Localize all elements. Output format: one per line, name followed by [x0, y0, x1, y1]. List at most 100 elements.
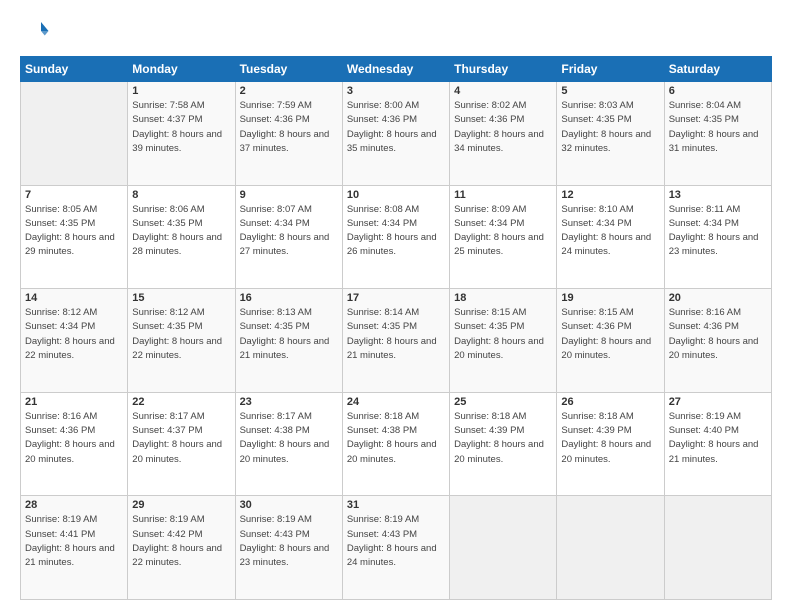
day-number: 27: [669, 396, 767, 408]
day-info: Sunrise: 8:09 AMSunset: 4:34 PMDaylight:…: [454, 204, 544, 258]
header: [20, 16, 772, 46]
day-number: 20: [669, 292, 767, 304]
day-info: Sunrise: 8:19 AMSunset: 4:43 PMDaylight:…: [240, 514, 330, 568]
day-info: Sunrise: 7:58 AMSunset: 4:37 PMDaylight:…: [132, 100, 222, 154]
day-info: Sunrise: 8:16 AMSunset: 4:36 PMDaylight:…: [25, 411, 115, 465]
day-number: 19: [561, 292, 659, 304]
calendar-cell: [450, 496, 557, 600]
day-info: Sunrise: 8:04 AMSunset: 4:35 PMDaylight:…: [669, 100, 759, 154]
day-info: Sunrise: 8:06 AMSunset: 4:35 PMDaylight:…: [132, 204, 222, 258]
day-info: Sunrise: 8:02 AMSunset: 4:36 PMDaylight:…: [454, 100, 544, 154]
calendar-cell: 7 Sunrise: 8:05 AMSunset: 4:35 PMDayligh…: [21, 185, 128, 289]
day-number: 24: [347, 396, 445, 408]
day-info: Sunrise: 8:15 AMSunset: 4:36 PMDaylight:…: [561, 307, 651, 361]
weekday-header: Saturday: [664, 57, 771, 82]
day-number: 7: [25, 189, 123, 201]
day-number: 14: [25, 292, 123, 304]
weekday-header: Sunday: [21, 57, 128, 82]
day-number: 6: [669, 85, 767, 97]
day-number: 18: [454, 292, 552, 304]
calendar-cell: [664, 496, 771, 600]
calendar-cell: 12 Sunrise: 8:10 AMSunset: 4:34 PMDaylig…: [557, 185, 664, 289]
day-info: Sunrise: 8:10 AMSunset: 4:34 PMDaylight:…: [561, 204, 651, 258]
day-info: Sunrise: 8:19 AMSunset: 4:41 PMDaylight:…: [25, 514, 115, 568]
day-info: Sunrise: 8:19 AMSunset: 4:40 PMDaylight:…: [669, 411, 759, 465]
day-info: Sunrise: 8:19 AMSunset: 4:42 PMDaylight:…: [132, 514, 222, 568]
calendar-cell: 4 Sunrise: 8:02 AMSunset: 4:36 PMDayligh…: [450, 82, 557, 186]
day-info: Sunrise: 8:11 AMSunset: 4:34 PMDaylight:…: [669, 204, 759, 258]
day-number: 26: [561, 396, 659, 408]
day-number: 13: [669, 189, 767, 201]
day-number: 21: [25, 396, 123, 408]
weekday-header: Monday: [128, 57, 235, 82]
calendar-cell: 20 Sunrise: 8:16 AMSunset: 4:36 PMDaylig…: [664, 289, 771, 393]
calendar-week-row: 7 Sunrise: 8:05 AMSunset: 4:35 PMDayligh…: [21, 185, 772, 289]
day-info: Sunrise: 8:17 AMSunset: 4:37 PMDaylight:…: [132, 411, 222, 465]
day-info: Sunrise: 8:12 AMSunset: 4:35 PMDaylight:…: [132, 307, 222, 361]
calendar-cell: 30 Sunrise: 8:19 AMSunset: 4:43 PMDaylig…: [235, 496, 342, 600]
day-info: Sunrise: 8:08 AMSunset: 4:34 PMDaylight:…: [347, 204, 437, 258]
weekday-row: SundayMondayTuesdayWednesdayThursdayFrid…: [21, 57, 772, 82]
calendar-cell: 21 Sunrise: 8:16 AMSunset: 4:36 PMDaylig…: [21, 392, 128, 496]
calendar-cell: 23 Sunrise: 8:17 AMSunset: 4:38 PMDaylig…: [235, 392, 342, 496]
day-info: Sunrise: 8:03 AMSunset: 4:35 PMDaylight:…: [561, 100, 651, 154]
calendar-cell: 24 Sunrise: 8:18 AMSunset: 4:38 PMDaylig…: [342, 392, 449, 496]
calendar-cell: 19 Sunrise: 8:15 AMSunset: 4:36 PMDaylig…: [557, 289, 664, 393]
day-info: Sunrise: 8:14 AMSunset: 4:35 PMDaylight:…: [347, 307, 437, 361]
calendar-cell: 6 Sunrise: 8:04 AMSunset: 4:35 PMDayligh…: [664, 82, 771, 186]
day-info: Sunrise: 8:16 AMSunset: 4:36 PMDaylight:…: [669, 307, 759, 361]
calendar-cell: 28 Sunrise: 8:19 AMSunset: 4:41 PMDaylig…: [21, 496, 128, 600]
day-number: 10: [347, 189, 445, 201]
calendar-cell: 14 Sunrise: 8:12 AMSunset: 4:34 PMDaylig…: [21, 289, 128, 393]
calendar-cell: 5 Sunrise: 8:03 AMSunset: 4:35 PMDayligh…: [557, 82, 664, 186]
weekday-header: Friday: [557, 57, 664, 82]
calendar-body: 1 Sunrise: 7:58 AMSunset: 4:37 PMDayligh…: [21, 82, 772, 600]
calendar-cell: 18 Sunrise: 8:15 AMSunset: 4:35 PMDaylig…: [450, 289, 557, 393]
calendar-cell: 17 Sunrise: 8:14 AMSunset: 4:35 PMDaylig…: [342, 289, 449, 393]
day-info: Sunrise: 7:59 AMSunset: 4:36 PMDaylight:…: [240, 100, 330, 154]
day-info: Sunrise: 8:18 AMSunset: 4:39 PMDaylight:…: [454, 411, 544, 465]
day-info: Sunrise: 8:19 AMSunset: 4:43 PMDaylight:…: [347, 514, 437, 568]
calendar-cell: 1 Sunrise: 7:58 AMSunset: 4:37 PMDayligh…: [128, 82, 235, 186]
logo-icon: [20, 16, 50, 46]
calendar-cell: 11 Sunrise: 8:09 AMSunset: 4:34 PMDaylig…: [450, 185, 557, 289]
calendar-cell: 29 Sunrise: 8:19 AMSunset: 4:42 PMDaylig…: [128, 496, 235, 600]
calendar-cell: 2 Sunrise: 7:59 AMSunset: 4:36 PMDayligh…: [235, 82, 342, 186]
calendar-cell: 26 Sunrise: 8:18 AMSunset: 4:39 PMDaylig…: [557, 392, 664, 496]
calendar-cell: 25 Sunrise: 8:18 AMSunset: 4:39 PMDaylig…: [450, 392, 557, 496]
weekday-header: Tuesday: [235, 57, 342, 82]
day-number: 4: [454, 85, 552, 97]
calendar-cell: 3 Sunrise: 8:00 AMSunset: 4:36 PMDayligh…: [342, 82, 449, 186]
calendar-cell: 22 Sunrise: 8:17 AMSunset: 4:37 PMDaylig…: [128, 392, 235, 496]
calendar-cell: 13 Sunrise: 8:11 AMSunset: 4:34 PMDaylig…: [664, 185, 771, 289]
calendar-table: SundayMondayTuesdayWednesdayThursdayFrid…: [20, 56, 772, 600]
calendar-cell: 27 Sunrise: 8:19 AMSunset: 4:40 PMDaylig…: [664, 392, 771, 496]
day-number: 25: [454, 396, 552, 408]
calendar-cell: 31 Sunrise: 8:19 AMSunset: 4:43 PMDaylig…: [342, 496, 449, 600]
logo: [20, 16, 54, 46]
day-info: Sunrise: 8:07 AMSunset: 4:34 PMDaylight:…: [240, 204, 330, 258]
calendar-header: SundayMondayTuesdayWednesdayThursdayFrid…: [21, 57, 772, 82]
day-number: 1: [132, 85, 230, 97]
calendar-cell: 15 Sunrise: 8:12 AMSunset: 4:35 PMDaylig…: [128, 289, 235, 393]
calendar-week-row: 14 Sunrise: 8:12 AMSunset: 4:34 PMDaylig…: [21, 289, 772, 393]
day-number: 22: [132, 396, 230, 408]
page: SundayMondayTuesdayWednesdayThursdayFrid…: [0, 0, 792, 612]
calendar-week-row: 28 Sunrise: 8:19 AMSunset: 4:41 PMDaylig…: [21, 496, 772, 600]
calendar-cell: [557, 496, 664, 600]
calendar-cell: 16 Sunrise: 8:13 AMSunset: 4:35 PMDaylig…: [235, 289, 342, 393]
day-number: 29: [132, 499, 230, 511]
day-number: 28: [25, 499, 123, 511]
day-number: 8: [132, 189, 230, 201]
day-number: 5: [561, 85, 659, 97]
day-number: 15: [132, 292, 230, 304]
day-number: 16: [240, 292, 338, 304]
weekday-header: Thursday: [450, 57, 557, 82]
calendar-week-row: 21 Sunrise: 8:16 AMSunset: 4:36 PMDaylig…: [21, 392, 772, 496]
calendar-cell: 10 Sunrise: 8:08 AMSunset: 4:34 PMDaylig…: [342, 185, 449, 289]
weekday-header: Wednesday: [342, 57, 449, 82]
day-number: 2: [240, 85, 338, 97]
day-info: Sunrise: 8:12 AMSunset: 4:34 PMDaylight:…: [25, 307, 115, 361]
calendar-cell: [21, 82, 128, 186]
day-number: 23: [240, 396, 338, 408]
